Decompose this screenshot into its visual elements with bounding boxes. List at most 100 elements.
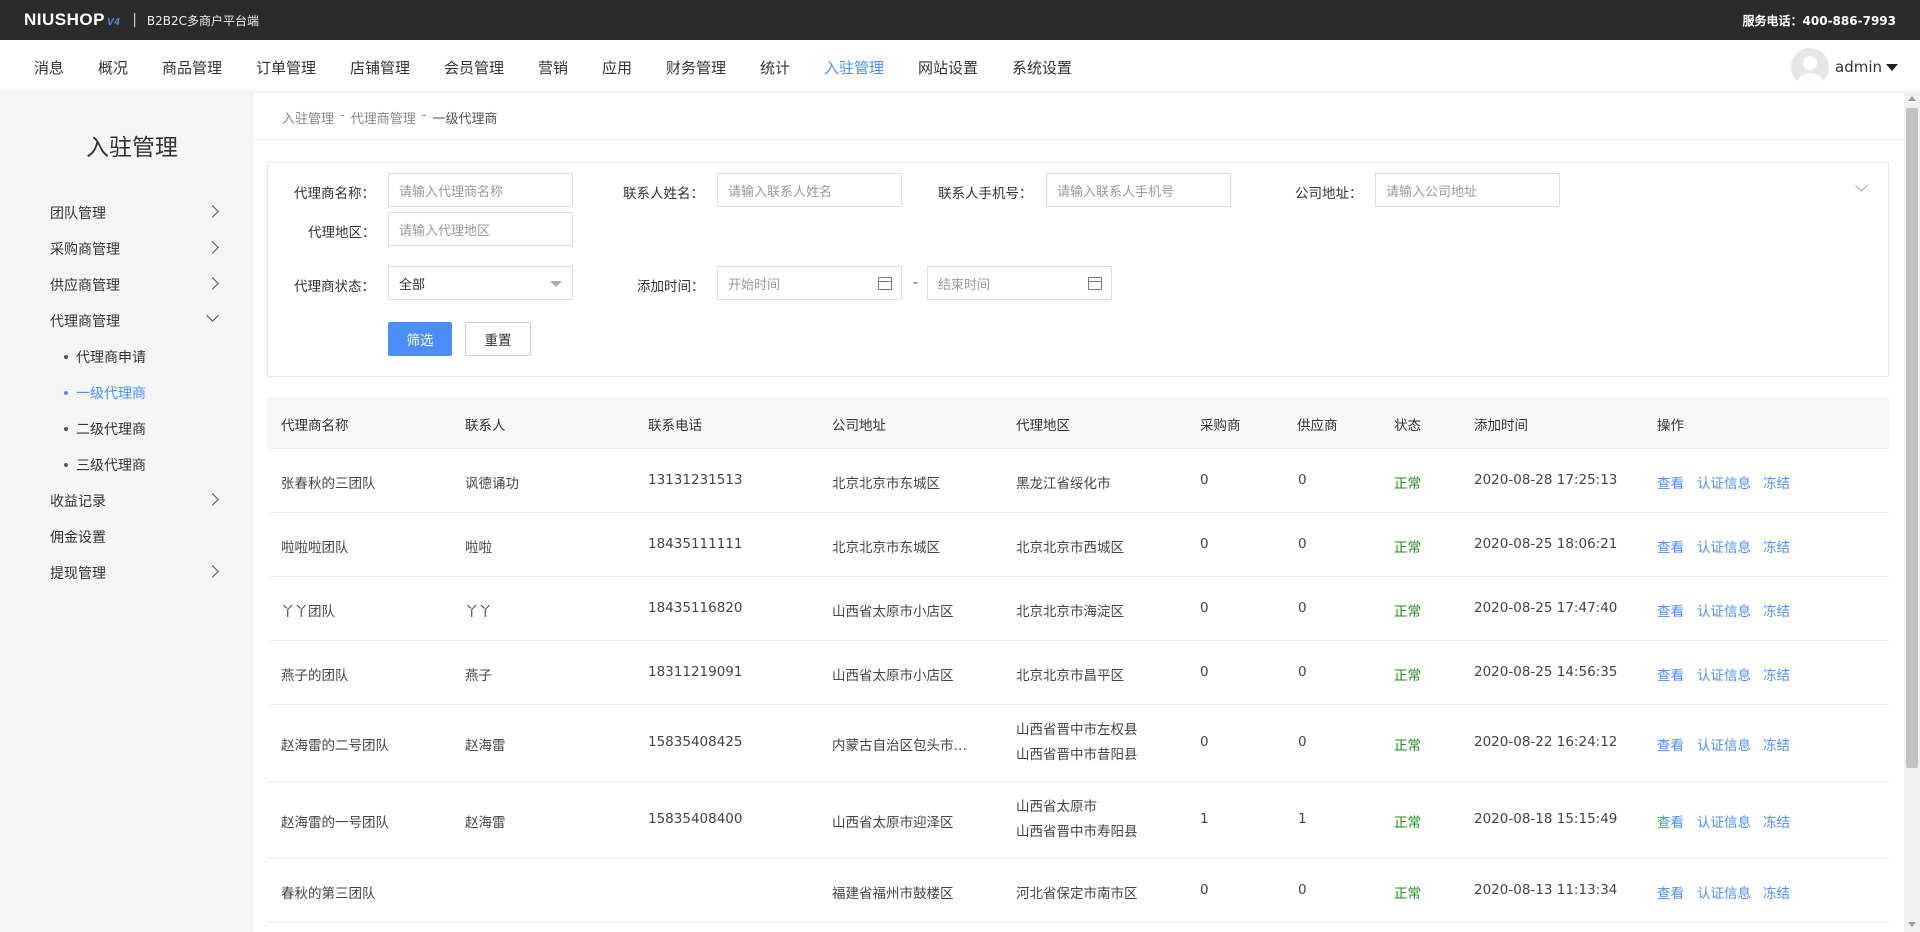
logo[interactable]: NIUSHOP V4 [24, 10, 120, 30]
end-time-input[interactable]: 结束时间 [927, 266, 1112, 300]
chevron-down-icon[interactable] [1855, 179, 1868, 192]
view-link[interactable]: 查看 [1657, 600, 1684, 620]
breadcrumb-separator: - [421, 108, 427, 123]
view-link[interactable]: 查看 [1657, 811, 1684, 831]
sidebar-subitem-agent-l1[interactable]: 一级代理商 [64, 383, 146, 403]
table-row: 张春秋的三团队 讽德诵功 13131231513 北京北京市东城区 黑龙江省绥化… [267, 449, 1889, 513]
freeze-link[interactable]: 冻结 [1763, 811, 1790, 831]
cert-info-link[interactable]: 认证信息 [1697, 600, 1751, 620]
view-link[interactable]: 查看 [1657, 664, 1684, 684]
cell-contact: 啦啦 [465, 540, 492, 556]
cell-phone: 18435116820 [648, 600, 743, 616]
nav-item-marketing[interactable]: 营销 [538, 57, 568, 78]
table-row: 啦啦啦团队 啦啦 18435111111 北京北京市东城区 北京北京市西城区 0… [267, 513, 1889, 577]
freeze-link[interactable]: 冻结 [1763, 882, 1790, 902]
cell-address: 内蒙古自治区包头市… [832, 738, 967, 754]
breadcrumb-item[interactable]: 入驻管理 [282, 108, 334, 127]
freeze-link[interactable]: 冻结 [1763, 734, 1790, 754]
nav-item-site-settings[interactable]: 网站设置 [918, 57, 978, 78]
cell-agent-name: 春秋的第三团队 [281, 886, 376, 902]
agent-name-input[interactable]: 请输入代理商名称 [388, 173, 573, 207]
cell-address: 山西省太原市小店区 [832, 604, 954, 620]
sidebar-item-agent[interactable]: 代理商管理 [50, 311, 120, 331]
cell-agent-name: 啦啦啦团队 [281, 540, 349, 556]
cell-address: 山西省太原市迎泽区 [832, 815, 954, 831]
address-input[interactable]: 请输入公司地址 [1375, 173, 1560, 207]
address-label: 公司地址： [1295, 186, 1363, 202]
region-label: 代理地区： [308, 225, 376, 241]
breadcrumb-item[interactable]: 代理商管理 [351, 108, 416, 127]
freeze-link[interactable]: 冻结 [1763, 600, 1790, 620]
cell-suppliers: 0 [1298, 600, 1307, 616]
sidebar-subitem-agent-apply[interactable]: 代理商申请 [64, 347, 146, 367]
cert-info-link[interactable]: 认证信息 [1697, 664, 1751, 684]
view-link[interactable]: 查看 [1657, 472, 1684, 492]
nav-item-apps[interactable]: 应用 [602, 57, 632, 78]
cell-address: 北京北京市东城区 [832, 540, 940, 556]
breadcrumb: 入驻管理 - 代理商管理 - 一级代理商 [282, 108, 503, 127]
chevron-right-icon [206, 277, 219, 290]
filter-button[interactable]: 筛选 [388, 322, 452, 356]
cell-purchasers: 0 [1200, 536, 1209, 552]
time-label: 添加时间： [637, 279, 705, 295]
nav-item-system-settings[interactable]: 系统设置 [1012, 57, 1072, 78]
start-time-placeholder: 开始时间 [728, 277, 781, 293]
scroll-up-icon[interactable] [1908, 96, 1916, 101]
cert-info-link[interactable]: 认证信息 [1697, 472, 1751, 492]
cell-agent-name: 燕子的团队 [281, 668, 349, 684]
avatar [1791, 48, 1829, 86]
sidebar-item-commission[interactable]: 佣金设置 [50, 527, 106, 547]
nav-item-stats[interactable]: 统计 [760, 57, 790, 78]
sidebar-item-income[interactable]: 收益记录 [50, 491, 106, 511]
nav-item-goods[interactable]: 商品管理 [162, 57, 222, 78]
sidebar-subitem-agent-l3[interactable]: 三级代理商 [64, 455, 146, 475]
sidebar-subitem-agent-l2[interactable]: 二级代理商 [64, 419, 146, 439]
nav-item-finance[interactable]: 财务管理 [666, 57, 726, 78]
view-link[interactable]: 查看 [1657, 882, 1684, 902]
freeze-link[interactable]: 冻结 [1763, 664, 1790, 684]
cert-info-link[interactable]: 认证信息 [1697, 882, 1751, 902]
cell-suppliers: 0 [1298, 472, 1307, 488]
scrollbar-thumb[interactable] [1906, 108, 1918, 768]
sidebar-item-withdraw[interactable]: 提现管理 [50, 563, 106, 583]
cert-info-link[interactable]: 认证信息 [1697, 536, 1751, 556]
nav-item-settlement[interactable]: 入驻管理 [824, 57, 884, 78]
sidebar-subitem-label: 代理商申请 [76, 350, 146, 366]
contact-phone-input[interactable]: 请输入联系人手机号 [1046, 173, 1231, 207]
cert-info-link[interactable]: 认证信息 [1697, 811, 1751, 831]
cell-time: 2020-08-25 17:47:40 [1474, 600, 1618, 616]
nav-item-members[interactable]: 会员管理 [444, 57, 504, 78]
cell-address: 山西省太原市小店区 [832, 668, 954, 684]
cell-suppliers: 0 [1298, 536, 1307, 552]
reset-button[interactable]: 重置 [465, 322, 531, 356]
nav-item-orders[interactable]: 订单管理 [256, 57, 316, 78]
freeze-link[interactable]: 冻结 [1763, 536, 1790, 556]
nav-item-shops[interactable]: 店铺管理 [350, 57, 410, 78]
view-link[interactable]: 查看 [1657, 734, 1684, 754]
user-menu[interactable]: admin [1791, 48, 1898, 86]
start-time-input[interactable]: 开始时间 [717, 266, 902, 300]
breadcrumb-separator: - [340, 108, 345, 123]
cert-info-link[interactable]: 认证信息 [1697, 734, 1751, 754]
logo-divider: | [132, 12, 137, 28]
status-badge: 正常 [1394, 668, 1421, 684]
cell-agent-name: 张春秋的三团队 [281, 476, 376, 492]
sidebar-item-purchaser[interactable]: 采购商管理 [50, 239, 120, 259]
main-content: 入驻管理 - 代理商管理 - 一级代理商 代理商名称： 请输入代理商名称 联系人… [254, 93, 1904, 932]
sidebar-item-team[interactable]: 团队管理 [50, 203, 106, 223]
chevron-right-icon [206, 493, 219, 506]
region-input[interactable]: 请输入代理地区 [388, 212, 573, 246]
contact-phone-label: 联系人手机号： [938, 186, 1033, 202]
cell-contact: 讽德诵功 [465, 476, 519, 492]
divider [254, 139, 1904, 140]
status-select[interactable]: 全部 [388, 266, 573, 300]
contact-name-input[interactable]: 请输入联系人姓名 [717, 173, 902, 207]
sidebar-item-supplier[interactable]: 供应商管理 [50, 275, 120, 295]
view-link[interactable]: 查看 [1657, 536, 1684, 556]
nav-item-messages[interactable]: 消息 [34, 57, 64, 78]
cell-purchasers: 0 [1200, 882, 1209, 898]
freeze-link[interactable]: 冻结 [1763, 472, 1790, 492]
nav-item-overview[interactable]: 概况 [98, 57, 128, 78]
cell-region-line: 山西省晋中市左权县 [1016, 722, 1138, 738]
scroll-down-icon[interactable] [1908, 922, 1916, 927]
